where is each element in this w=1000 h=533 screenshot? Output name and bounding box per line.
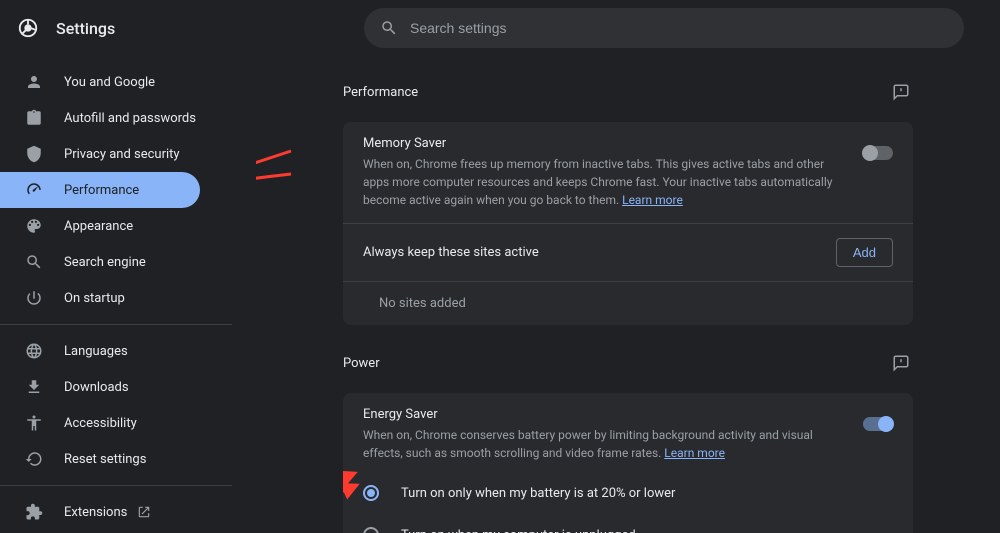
palette-icon	[24, 216, 44, 236]
radio-label: Turn on when my computer is unplugged	[401, 528, 636, 533]
shield-icon	[24, 144, 44, 164]
sidebar-item-autofill[interactable]: Autofill and passwords	[0, 100, 200, 136]
energy-saver-toggle[interactable]	[863, 417, 893, 431]
sidebar-item-languages[interactable]: Languages	[0, 333, 200, 369]
radio-icon	[363, 485, 379, 501]
sidebar-item-label: Performance	[64, 183, 139, 198]
accessibility-icon	[24, 413, 44, 433]
memory-saver-title: Memory Saver	[363, 136, 843, 151]
sidebar-item-on-startup[interactable]: On startup	[0, 280, 200, 316]
keep-active-label: Always keep these sites active	[363, 245, 539, 260]
speedometer-icon	[24, 180, 44, 200]
sidebar-item-label: Autofill and passwords	[64, 111, 196, 126]
sidebar-item-accessibility[interactable]: Accessibility	[0, 405, 200, 441]
globe-icon	[24, 341, 44, 361]
page-title: Settings	[56, 19, 115, 38]
sidebar-item-downloads[interactable]: Downloads	[0, 369, 200, 405]
performance-card: Memory Saver When on, Chrome frees up me…	[343, 122, 913, 325]
sidebar-item-reset[interactable]: Reset settings	[0, 441, 200, 477]
chrome-logo-icon	[16, 16, 40, 40]
search-icon	[24, 252, 44, 272]
sidebar-item-label: Privacy and security	[64, 147, 180, 162]
clipboard-icon	[24, 108, 44, 128]
reset-icon	[24, 449, 44, 469]
radio-label: Turn on only when my battery is at 20% o…	[401, 486, 675, 501]
download-icon	[24, 377, 44, 397]
section-heading-power: Power	[343, 356, 380, 371]
learn-more-link[interactable]: Learn more	[622, 193, 683, 207]
energy-saver-option-unplugged[interactable]: Turn on when my computer is unplugged	[363, 514, 893, 533]
sidebar-item-label: Reset settings	[64, 452, 146, 467]
power-card: Energy Saver When on, Chrome conserves b…	[343, 393, 913, 533]
person-icon	[24, 72, 44, 92]
section-heading-performance: Performance	[343, 85, 418, 100]
sidebar-item-appearance[interactable]: Appearance	[0, 208, 200, 244]
add-site-button[interactable]: Add	[836, 238, 893, 267]
sidebar-item-label: Extensions	[64, 505, 127, 520]
sidebar-item-privacy[interactable]: Privacy and security	[0, 136, 200, 172]
sidebar: You and Google Autofill and passwords Pr…	[0, 56, 256, 533]
no-sites-label: No sites added	[363, 296, 893, 311]
energy-saver-desc: When on, Chrome conserves battery power …	[363, 426, 843, 462]
annotation-arrow-icon	[256, 146, 301, 206]
energy-saver-title: Energy Saver	[363, 407, 843, 422]
learn-more-link[interactable]: Learn more	[664, 446, 725, 460]
sidebar-item-label: On startup	[64, 291, 125, 306]
search-container[interactable]	[364, 8, 964, 48]
memory-saver-desc: When on, Chrome frees up memory from ina…	[363, 155, 843, 209]
energy-saver-option-battery-20[interactable]: Turn on only when my battery is at 20% o…	[363, 472, 893, 514]
sidebar-item-performance[interactable]: Performance	[0, 172, 200, 208]
sidebar-item-search-engine[interactable]: Search engine	[0, 244, 200, 280]
memory-saver-toggle[interactable]	[863, 146, 893, 160]
power-icon	[24, 288, 44, 308]
sidebar-item-you-and-google[interactable]: You and Google	[0, 64, 200, 100]
sidebar-item-label: Appearance	[64, 219, 133, 234]
sidebar-divider	[0, 485, 232, 486]
sidebar-divider	[0, 324, 232, 325]
search-icon	[380, 19, 398, 37]
sidebar-item-label: Search engine	[64, 255, 146, 270]
sidebar-item-label: Languages	[64, 344, 128, 359]
sidebar-item-label: Accessibility	[64, 416, 137, 431]
radio-icon	[363, 527, 379, 533]
search-input[interactable]	[410, 20, 948, 36]
external-link-icon	[137, 505, 151, 519]
sidebar-item-label: You and Google	[64, 75, 155, 90]
sidebar-item-label: Downloads	[64, 380, 129, 395]
feedback-button[interactable]	[889, 351, 913, 375]
feedback-button[interactable]	[889, 80, 913, 104]
extension-icon	[24, 502, 44, 522]
sidebar-item-extensions[interactable]: Extensions	[0, 494, 200, 530]
